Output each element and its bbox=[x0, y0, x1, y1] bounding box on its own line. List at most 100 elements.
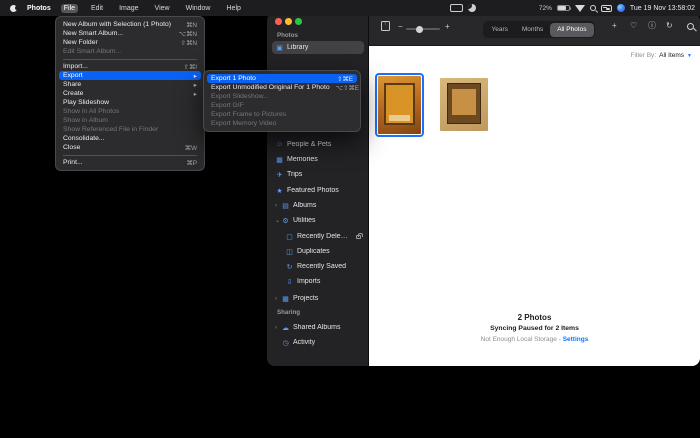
photo-library-icon: ▣ bbox=[275, 44, 284, 52]
menu-edit[interactable]: Edit bbox=[88, 4, 106, 13]
menu-separator bbox=[63, 155, 197, 156]
desktop: { "colors":{"selection_blue":"#0a62f5","… bbox=[0, 0, 700, 438]
minimize-window-button[interactable] bbox=[285, 18, 292, 25]
menu-bar-status: 72% Tue 19 Nov 13:58:02 bbox=[450, 4, 700, 12]
close-window-button[interactable] bbox=[275, 18, 282, 25]
menu-item-export-slideshow: Export Slideshow... bbox=[207, 92, 357, 101]
submenu-arrow-icon: ▸ bbox=[194, 81, 197, 89]
battery-icon[interactable] bbox=[557, 5, 570, 12]
zoom-out-icon[interactable]: − bbox=[398, 23, 403, 31]
share-icon[interactable] bbox=[381, 21, 390, 31]
menu-bar-left: Photos File Edit Image View Window Help bbox=[0, 4, 244, 13]
sidebar-item-recently-saved[interactable]: ↻ Recently Saved bbox=[272, 260, 364, 273]
focus-icon[interactable] bbox=[468, 4, 476, 12]
recently-saved-icon: ↻ bbox=[285, 263, 294, 271]
menu-item-export-gif: Export GIF bbox=[207, 101, 357, 110]
lock-icon bbox=[356, 235, 361, 239]
albums-icon: ▤ bbox=[281, 202, 290, 210]
battery-percent: 72% bbox=[539, 5, 552, 12]
search-icon[interactable] bbox=[687, 23, 694, 30]
zoom-window-button[interactable] bbox=[295, 18, 302, 25]
menu-bar-clock[interactable]: Tue 19 Nov 13:58:02 bbox=[630, 5, 695, 12]
sidebar-item-shared-albums[interactable]: › ☁ Shared Albums bbox=[272, 321, 364, 334]
submenu-arrow-icon: ▸ bbox=[194, 72, 197, 80]
menu-item-new-album-with-selection[interactable]: New Album with Selection (1 Photo) ⌘N bbox=[59, 20, 201, 29]
memories-icon: ▦ bbox=[275, 156, 284, 164]
menu-item-play-slideshow[interactable]: Play Slideshow bbox=[59, 98, 201, 107]
sidebar-item-trips[interactable]: ✈ Trips bbox=[272, 168, 364, 181]
filter-value: All Items bbox=[659, 52, 684, 59]
favorite-icon[interactable]: ♡ bbox=[630, 22, 637, 30]
filter-control[interactable]: Filter By: All Items ▼ bbox=[630, 52, 692, 59]
tab-all-photos[interactable]: All Photos bbox=[550, 23, 593, 37]
sidebar-item-projects[interactable]: › ▦ Projects bbox=[272, 292, 364, 305]
settings-link[interactable]: Settings bbox=[563, 336, 589, 343]
display-icon[interactable] bbox=[450, 4, 463, 12]
zoom-slider[interactable] bbox=[406, 28, 440, 30]
imports-icon: ⇩ bbox=[285, 278, 294, 286]
sidebar-item-recently-deleted[interactable]: ▢ Recently Dele… bbox=[272, 230, 364, 243]
main-area: − + Years Months All Photos + ♡ ⓘ ↻ Filt… bbox=[369, 13, 700, 366]
menu-item-print[interactable]: Print... ⌘P bbox=[59, 158, 201, 167]
sidebar-item-albums[interactable]: › ▤ Albums bbox=[272, 199, 364, 212]
storage-status: Not Enough Local Storage - Settings bbox=[369, 336, 700, 343]
sync-status: Syncing Paused for 2 Items bbox=[369, 325, 700, 332]
sidebar-section-sharing: Sharing bbox=[277, 309, 300, 316]
filter-icon: ▼ bbox=[687, 53, 692, 59]
menu-item-edit-smart-album: Edit Smart Album... bbox=[59, 47, 201, 56]
menu-item-show-referenced-file: Show Referenced File in Finder bbox=[59, 125, 201, 134]
menu-view[interactable]: View bbox=[152, 4, 173, 13]
menu-item-share[interactable]: Share ▸ bbox=[59, 80, 201, 89]
add-icon[interactable]: + bbox=[612, 22, 617, 30]
submenu-arrow-icon: ▸ bbox=[194, 90, 197, 98]
photo-thumbnail-selected[interactable] bbox=[378, 76, 421, 134]
sidebar-item-imports[interactable]: ⇩ Imports bbox=[272, 275, 364, 288]
tab-months[interactable]: Months bbox=[515, 23, 550, 37]
menu-item-export-unmodified-original[interactable]: Export Unmodified Original For 1 Photo ⌥… bbox=[207, 83, 357, 92]
apple-menu-icon[interactable] bbox=[10, 4, 17, 13]
menu-item-export-1-photo[interactable]: Export 1 Photo ⇧⌘E bbox=[207, 74, 357, 83]
sidebar-item-featured-photos[interactable]: ★ Featured Photos bbox=[272, 184, 364, 197]
menu-item-close[interactable]: Close ⌘W bbox=[59, 143, 201, 152]
sidebar-item-utilities[interactable]: ⌄ ⚙ Utilities bbox=[272, 214, 364, 227]
menu-item-export-frame-to-pictures: Export Frame to Pictures bbox=[207, 110, 357, 119]
tab-years[interactable]: Years bbox=[485, 23, 515, 37]
file-menu: New Album with Selection (1 Photo) ⌘N Ne… bbox=[55, 16, 205, 171]
zoom-slider-knob[interactable] bbox=[416, 26, 423, 33]
menu-window[interactable]: Window bbox=[183, 4, 214, 13]
sidebar-item-library[interactable]: ▣ Library bbox=[272, 41, 364, 54]
menu-file[interactable]: File bbox=[61, 4, 78, 13]
menu-item-export[interactable]: Export ▸ bbox=[59, 71, 201, 80]
zoom-in-icon[interactable]: + bbox=[445, 23, 450, 31]
info-icon[interactable]: ⓘ bbox=[648, 22, 656, 30]
menu-item-show-in-all-photos: Show in All Photos bbox=[59, 107, 201, 116]
people-icon: ☺ bbox=[275, 141, 284, 148]
menu-help[interactable]: Help bbox=[224, 4, 244, 13]
app-menu-title[interactable]: Photos bbox=[27, 5, 51, 12]
wifi-icon[interactable] bbox=[575, 5, 585, 12]
menu-item-create[interactable]: Create ▸ bbox=[59, 89, 201, 98]
control-center-icon[interactable] bbox=[601, 5, 612, 12]
sidebar-section-photos: Photos bbox=[277, 32, 298, 39]
menu-item-new-smart-album[interactable]: New Smart Album... ⌥⌘N bbox=[59, 29, 201, 38]
sidebar: Photos ▣ Library ☺ People & Pets ▦ Memor… bbox=[267, 13, 369, 366]
utilities-icon: ⚙ bbox=[281, 217, 290, 225]
menu-separator bbox=[63, 59, 197, 60]
rotate-icon[interactable]: ↻ bbox=[666, 22, 673, 30]
toolbar: − + Years Months All Photos + ♡ ⓘ ↻ bbox=[369, 13, 700, 46]
filter-label: Filter By: bbox=[630, 52, 656, 59]
siri-icon[interactable] bbox=[617, 4, 625, 12]
featured-icon: ★ bbox=[275, 187, 284, 195]
activity-icon: ◷ bbox=[281, 339, 290, 347]
sidebar-item-people-pets[interactable]: ☺ People & Pets bbox=[272, 138, 364, 151]
search-icon[interactable] bbox=[590, 5, 596, 11]
menu-item-consolidate[interactable]: Consolidate... bbox=[59, 134, 201, 143]
menu-image[interactable]: Image bbox=[116, 4, 141, 13]
menu-item-show-in-album: Show in Album bbox=[59, 116, 201, 125]
photo-thumbnail[interactable] bbox=[440, 78, 488, 131]
sidebar-item-memories[interactable]: ▦ Memories bbox=[272, 153, 364, 166]
menu-item-import[interactable]: Import... ⇧⌘I bbox=[59, 62, 201, 71]
sidebar-item-duplicates[interactable]: ◫ Duplicates bbox=[272, 245, 364, 258]
menu-item-new-folder[interactable]: New Folder ⇧⌘N bbox=[59, 38, 201, 47]
sidebar-item-activity[interactable]: ◷ Activity bbox=[272, 336, 364, 349]
